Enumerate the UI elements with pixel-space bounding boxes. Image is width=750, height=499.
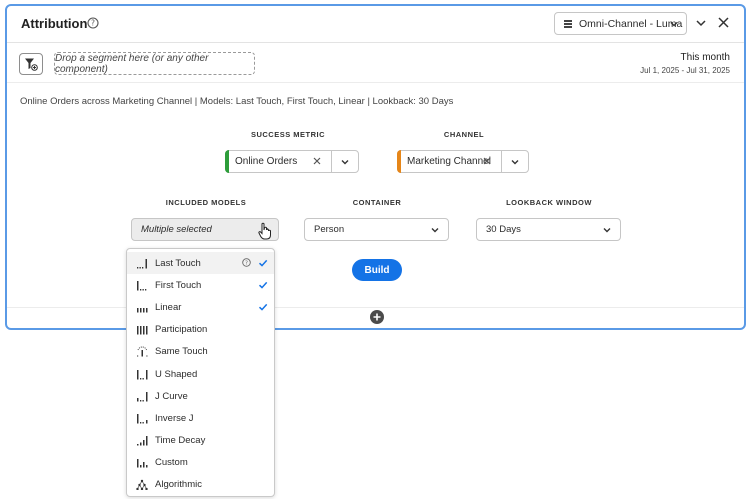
included-models-dropdown[interactable]: Multiple selected — [131, 218, 279, 241]
same-touch-icon — [137, 346, 148, 357]
channel-value: Marketing Channel — [407, 156, 491, 167]
checkmark-icon — [258, 282, 268, 289]
lookback-label: LOOKBACK WINDOW — [506, 198, 592, 207]
model-option-label: Inverse J — [155, 412, 194, 424]
inverse-j-icon — [137, 413, 148, 424]
success-metric-color-bar — [225, 150, 229, 173]
container-dropdown[interactable]: Person — [304, 218, 449, 241]
model-option-label: Algorithmic — [155, 479, 202, 491]
channel-label: CHANNEL — [443, 130, 485, 139]
chevron-down-icon — [670, 22, 678, 27]
chevron-down-icon — [341, 159, 349, 164]
model-option-label: Custom — [155, 457, 188, 469]
model-option-label: Same Touch — [155, 346, 208, 358]
segment-bar: Drop a segment here (or any other compon… — [7, 44, 744, 83]
channel-component[interactable]: Marketing Channel — [397, 150, 529, 173]
model-option-label: Time Decay — [155, 435, 206, 447]
build-button[interactable]: Build — [352, 259, 402, 281]
chevron-down-icon — [431, 228, 439, 233]
model-option-label: J Curve — [155, 390, 188, 402]
container-value: Person — [314, 224, 345, 235]
date-range-title[interactable]: This month — [681, 52, 730, 63]
model-option[interactable]: Last Touch? — [127, 252, 274, 275]
panel-header: Attribution ? Omni-Channel - Luma — [7, 6, 744, 43]
included-models-menu: Last Touch? First Touch Linear Participatio… — [126, 248, 275, 497]
model-option[interactable]: U Shaped — [127, 363, 274, 385]
model-option-label: Linear — [155, 301, 182, 313]
participation-icon — [137, 326, 148, 335]
channel-options-button[interactable] — [501, 150, 528, 173]
date-range-dates: Jul 1, 2025 - Jul 31, 2025 — [640, 66, 730, 75]
hand-cursor-icon — [258, 222, 271, 240]
report-suite-name: Omni-Channel - Luma — [579, 17, 683, 30]
model-option-label: U Shaped — [155, 368, 198, 380]
model-option[interactable]: Same Touch — [127, 341, 274, 363]
panel-title: Attribution — [21, 16, 88, 31]
u-shaped-icon — [137, 369, 148, 380]
plus-icon — [373, 313, 381, 321]
last-touch-icon — [137, 258, 147, 269]
linear-icon — [137, 307, 148, 313]
model-option[interactable]: Algorithmic — [127, 474, 274, 496]
included-models-label: INCLUDED MODELS — [165, 198, 247, 207]
remove-metric-icon[interactable] — [312, 156, 322, 166]
help-icon[interactable]: ? — [87, 17, 99, 29]
collapse-panel-button[interactable] — [695, 17, 707, 29]
included-models-value: Multiple selected — [141, 224, 212, 235]
remove-channel-icon[interactable] — [482, 156, 492, 166]
algorithmic-icon — [136, 480, 148, 491]
container-label: CONTAINER — [352, 198, 402, 207]
model-option[interactable]: Linear — [127, 296, 274, 318]
success-metric-label: SUCCESS METRIC — [250, 130, 326, 139]
model-option[interactable]: Time Decay — [127, 430, 274, 452]
success-metric-value: Online Orders — [235, 156, 298, 167]
time-decay-icon — [137, 436, 148, 446]
checkmark-icon — [258, 304, 268, 312]
attribution-summary: Online Orders across Marketing Channel |… — [20, 96, 454, 107]
checkmark-icon — [258, 259, 268, 267]
add-visualization-button[interactable] — [370, 310, 384, 324]
info-icon[interactable]: ? — [242, 258, 251, 267]
panel-divider — [7, 307, 744, 308]
chevron-down-icon — [603, 228, 611, 233]
lookback-dropdown[interactable]: 30 Days — [476, 218, 621, 241]
svg-text:?: ? — [91, 19, 95, 28]
success-metric-component[interactable]: Online Orders — [225, 150, 359, 173]
model-option[interactable]: First Touch — [127, 274, 274, 296]
model-option[interactable]: J Curve — [127, 385, 274, 407]
report-suite-dropdown[interactable]: Omni-Channel - Luma — [554, 12, 687, 35]
database-icon — [564, 19, 572, 28]
channel-color-bar — [397, 150, 401, 173]
first-touch-icon — [137, 280, 147, 291]
model-option[interactable]: Inverse J — [127, 407, 274, 429]
svg-text:?: ? — [245, 261, 248, 267]
chevron-down-icon — [511, 159, 519, 164]
close-panel-button[interactable] — [717, 16, 730, 29]
segment-drop-zone[interactable]: Drop a segment here (or any other compon… — [54, 52, 255, 75]
filter-icon — [25, 58, 38, 71]
model-option[interactable]: Custom — [127, 452, 274, 474]
lookback-value: 30 Days — [486, 224, 521, 235]
model-option[interactable]: Participation — [127, 319, 274, 341]
metric-options-button[interactable] — [331, 150, 358, 173]
model-option-label: Last Touch — [155, 257, 201, 269]
attribution-panel: Attribution ? Omni-Channel - Luma Drop a… — [5, 4, 746, 330]
custom-icon — [137, 459, 148, 468]
segment-filter-button[interactable] — [19, 53, 43, 75]
model-option-label: First Touch — [155, 279, 202, 291]
j-curve-icon — [137, 391, 148, 402]
model-option-label: Participation — [155, 324, 208, 336]
